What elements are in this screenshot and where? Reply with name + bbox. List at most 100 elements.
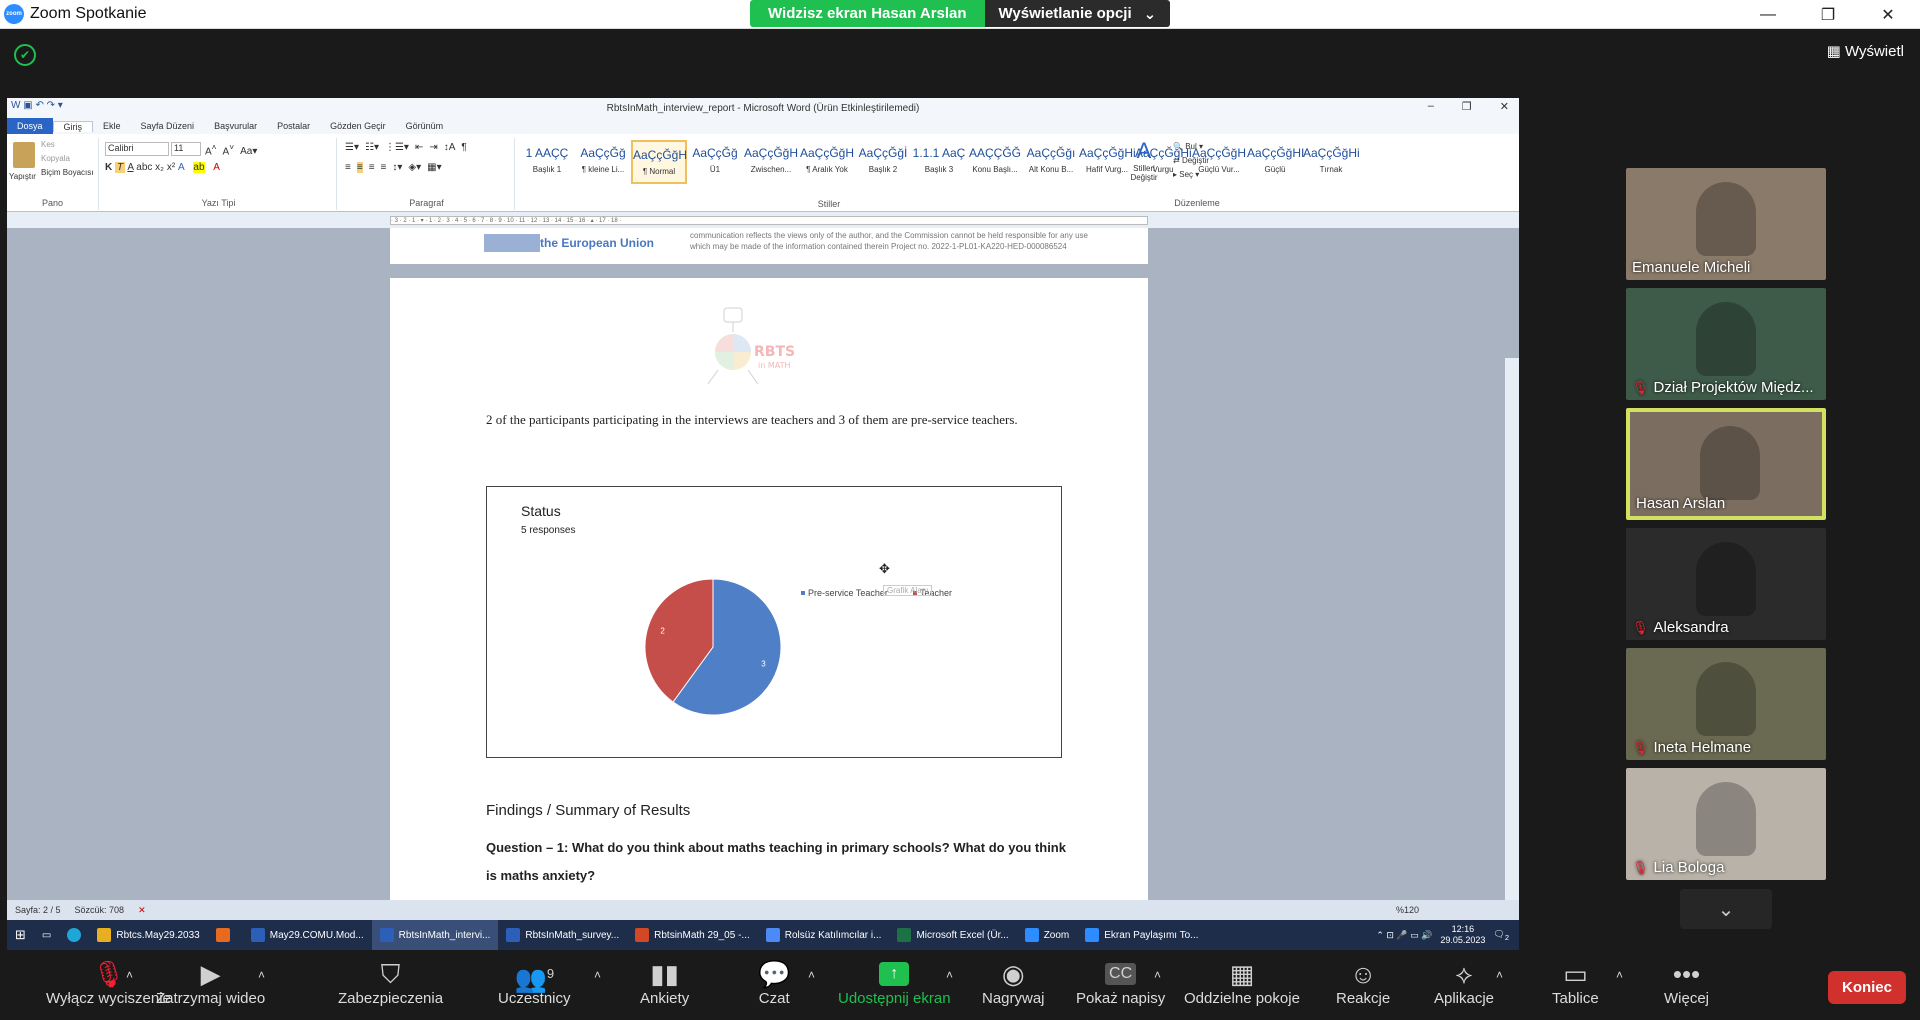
breakout-rooms-button[interactable]: ▦ Oddzielne pokoje <box>1184 958 1300 1007</box>
style-item[interactable]: AaÇçĞğH ¶ Aralık Yok <box>799 140 855 184</box>
ribbon-tab[interactable]: Giriş <box>52 120 94 132</box>
style-item[interactable]: AaÇçĞğHi Tırnak <box>1303 140 1360 184</box>
change-styles-button[interactable]: A Stilleri Değiştir <box>1127 138 1161 182</box>
style-item[interactable]: AaÇçĞğ ¶ kleine Li... <box>575 140 631 184</box>
font-size-buttons[interactable]: A˄ A˅ Aa▾ <box>205 142 263 157</box>
style-item[interactable]: AaÇçĞğHI Güçlü <box>1247 140 1304 184</box>
windows-start-icon[interactable]: ⊞ <box>7 920 34 950</box>
captions-options-caret[interactable]: ˄ <box>1154 968 1161 982</box>
ribbon-tab[interactable]: Görünüm <box>396 121 454 131</box>
ribbon-tab[interactable]: Postalar <box>267 121 320 131</box>
minimize-icon[interactable]: — <box>1740 0 1796 29</box>
style-item[interactable]: AaÇçĞğH ¶ Normal <box>631 140 687 184</box>
taskbar-app[interactable]: Zoom <box>1017 920 1078 950</box>
style-item[interactable]: AaÇçĞğİ Başlık 2 <box>855 140 911 184</box>
chat-options-caret[interactable]: ˄ <box>808 968 815 982</box>
word-restore-icon[interactable]: ❐ <box>1462 100 1472 113</box>
ribbon-tab[interactable]: Ekle <box>93 121 131 131</box>
document-page[interactable]: RBTS in MATH 2 of the participants parti… <box>390 278 1148 900</box>
unmute-button[interactable]: 🎙 Wyłącz wyciszenie <box>46 958 171 1007</box>
reactions-button[interactable]: ☺ Reakcje <box>1336 958 1390 1007</box>
font-format-buttons[interactable]: K T A abc x₂ x² A ab A <box>105 162 226 173</box>
ribbon-tab[interactable]: Sayfa Düzeni <box>131 121 205 131</box>
paste-icon[interactable] <box>13 142 35 168</box>
style-item[interactable]: AaÇçĞğı Alt Konu B... <box>1023 140 1079 184</box>
taskbar-app[interactable]: Rbtcs.May29.2033 <box>89 920 207 950</box>
participant-tile[interactable]: 🎙 Ineta Helmane <box>1626 648 1826 760</box>
taskbar-app[interactable]: RbtsinMath 29_05 -... <box>627 920 758 950</box>
video-options-caret[interactable]: ˄ <box>258 968 265 982</box>
taskbar-app[interactable]: May29.COMU.Mod... <box>243 920 372 950</box>
task-view-icon[interactable]: ▭ <box>34 920 59 950</box>
share-options-caret[interactable]: ˄ <box>946 968 953 982</box>
chat-button[interactable]: 💬 Czat <box>758 958 790 1007</box>
ribbon-tab[interactable]: Başvurular <box>204 121 267 131</box>
tray-icons[interactable]: ⌃ ⊡ 🎤 ▭ 🔊 <box>1376 930 1432 941</box>
clock[interactable]: 12:16 29.05.2023 <box>1440 924 1485 946</box>
font-size-select[interactable]: 11 <box>171 142 201 156</box>
replace-button[interactable]: ⇄ Değiştir <box>1173 156 1209 165</box>
security-shield-icon[interactable]: ✔ <box>14 44 36 66</box>
word-count[interactable]: Sözcük: 708 <box>75 905 125 915</box>
participants-button[interactable]: 👥9 Uczestnicy <box>498 958 571 1007</box>
document-area[interactable]: the European Union communication reflect… <box>7 228 1519 900</box>
ruler[interactable]: · 3 · 2 · 1 · ▾ · 1 · 2 · 3 · 4 · 5 · 6 … <box>7 212 1519 228</box>
font-name-select[interactable]: Calibri <box>105 142 169 156</box>
taskbar-app[interactable]: RbtsInMath_intervi... <box>371 920 499 950</box>
whiteboards-options-caret[interactable]: ˄ <box>1616 968 1623 982</box>
end-meeting-button[interactable]: Koniec <box>1828 971 1906 1004</box>
style-item[interactable]: AaÇçĞğ Ü1 <box>687 140 743 184</box>
view-options-button[interactable]: Wyświetlanie opcji ⌄ <box>984 0 1171 27</box>
apps-button[interactable]: ⟡ Aplikacje <box>1434 958 1494 1007</box>
pie-chart-frame[interactable]: Status 5 responses 3 2 Pre-service Teacher… <box>486 486 1062 758</box>
gallery-scroll-down-icon[interactable]: ⌄ <box>1680 889 1772 929</box>
more-button[interactable]: ••• Więcej <box>1664 958 1709 1007</box>
proofing-icon[interactable]: ✕ <box>138 905 146 916</box>
participant-tile[interactable]: 🎙 Lia Bologa <box>1626 768 1826 880</box>
participant-tile[interactable]: 🎙 Dział Projektów Międz... <box>1626 288 1826 400</box>
style-item[interactable]: AaÇçĞğH Zwischen... <box>743 140 799 184</box>
taskbar-app[interactable]: RbtsInMath_survey... <box>498 920 627 950</box>
participant-tile[interactable]: 🎙 Aleksandra <box>1626 528 1826 640</box>
polls-button[interactable]: ▮▮ Ankiety <box>640 958 689 1007</box>
restore-icon[interactable]: ❐ <box>1800 0 1856 29</box>
edge-icon[interactable] <box>59 920 89 950</box>
taskbar-app[interactable]: Microsoft Excel (Ür... <box>889 920 1016 950</box>
quick-access-toolbar[interactable]: W ▣ ↶ ↷ ▾ <box>11 100 63 111</box>
taskbar-app[interactable]: Ekran Paylaşımı To... <box>1077 920 1206 950</box>
page-count[interactable]: Sayfa: 2 / 5 <box>15 905 61 915</box>
whiteboards-button[interactable]: ▭ Tablice <box>1552 958 1599 1007</box>
ribbon-tab[interactable]: Dosya <box>7 118 53 134</box>
participant-tile[interactable]: Emanuele Micheli <box>1626 168 1826 280</box>
style-item[interactable]: AAÇÇĞĞ Konu Başlı... <box>967 140 1023 184</box>
taskbar-app[interactable]: Rolsüz Katılımcılar i... <box>758 920 890 950</box>
format-painter-button[interactable]: Biçim Boyacısı <box>41 168 93 177</box>
list-buttons[interactable]: ☰▾ ☷▾ ⋮☰▾ ⇤ ⇥ ↕A ¶ <box>345 142 473 153</box>
record-button[interactable]: ◉ Nagrywaj <box>982 958 1045 1007</box>
cut-button[interactable]: Kes <box>41 140 55 149</box>
ribbon-tab[interactable]: Gözden Geçir <box>320 121 396 131</box>
word-minimize-icon[interactable]: – <box>1428 100 1434 113</box>
paste-label[interactable]: Yapıştır <box>9 172 36 181</box>
share-screen-button[interactable]: ↑ Udostępnij ekran <box>838 958 951 1007</box>
participants-options-caret[interactable]: ˄ <box>594 968 601 982</box>
style-item[interactable]: 1 AAÇÇ Başlık 1 <box>519 140 575 184</box>
taskbar-app[interactable] <box>208 920 243 950</box>
notifications-icon[interactable]: 🗨2 <box>1493 929 1509 942</box>
audio-options-caret[interactable]: ˄ <box>126 968 133 982</box>
apps-options-caret[interactable]: ˄ <box>1496 968 1503 982</box>
vertical-scrollbar[interactable] <box>1505 358 1519 900</box>
copy-button[interactable]: Kopyala <box>41 154 70 163</box>
word-close-icon[interactable]: ✕ <box>1500 100 1509 113</box>
zoom-level[interactable]: %120 <box>1396 905 1419 915</box>
captions-button[interactable]: CC Pokaż napisy <box>1076 958 1165 1007</box>
stop-video-button[interactable]: ▶ Zatrzymaj wideo <box>156 958 265 1007</box>
alignment-buttons[interactable]: ≡ ≡ ≡ ≡ ↕▾ ◈▾ ▦▾ <box>345 162 448 173</box>
security-button[interactable]: ⛉ Zabezpieczenia <box>338 958 443 1007</box>
style-item[interactable]: 1.1.1 AaÇ Başlık 3 <box>911 140 967 184</box>
select-button[interactable]: ▸ Seç ▾ <box>1173 170 1199 179</box>
close-icon[interactable]: ✕ <box>1860 0 1916 29</box>
find-button[interactable]: 🔍 Bul ▾ <box>1173 142 1203 151</box>
view-button[interactable]: ▦ Wyświetl <box>1827 42 1904 60</box>
participant-tile[interactable]: Hasan Arslan <box>1626 408 1826 520</box>
